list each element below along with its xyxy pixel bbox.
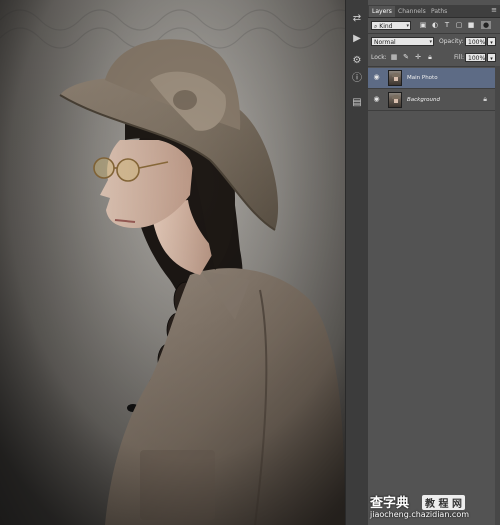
filter-row: ⌕ Kind ▾ ▣ ◐ T ▢ ■ ●: [368, 21, 500, 30]
watermark-sub-text: 教 程 网: [422, 495, 465, 510]
chevron-down-icon: ▾: [429, 39, 432, 45]
watermark-main-text: 查字典: [370, 496, 410, 511]
history-icon[interactable]: ⇄: [349, 12, 365, 26]
play-icon[interactable]: ▶: [349, 32, 365, 46]
chevron-down-icon: ▾: [490, 56, 493, 62]
panel-tab-bar: Layers Channels Paths ≡: [368, 5, 500, 18]
blend-row: Normal ▾ Opacity: 100% ▾: [368, 37, 500, 47]
filter-toggle-icon[interactable]: ●: [481, 21, 491, 29]
document-canvas[interactable]: [0, 0, 345, 525]
blend-mode-value: Normal: [374, 39, 396, 46]
lock-label: Lock:: [371, 54, 387, 61]
portrait-photo: [0, 0, 345, 525]
filter-kind-label: ⌕ Kind: [374, 23, 393, 30]
layer-name[interactable]: Main Photo: [407, 74, 438, 82]
layer-thumbnail: [388, 92, 402, 108]
fill-value: 100%: [468, 55, 486, 62]
panel-menu-icon[interactable]: ≡: [491, 5, 497, 16]
blend-mode-select[interactable]: Normal ▾: [371, 37, 434, 46]
layer-row-main-photo[interactable]: ◉ Main Photo: [368, 68, 495, 89]
layer-thumbnail: [388, 70, 402, 86]
lock-image-icon[interactable]: ✎: [402, 53, 410, 61]
fill-dropdown[interactable]: ▾: [487, 53, 496, 62]
watermark: 查字典 教 程 网 jiaocheng.chazidian.com: [370, 492, 500, 525]
filter-kind-select[interactable]: ⌕ Kind ▾: [371, 21, 411, 30]
visibility-eye-icon[interactable]: ◉: [372, 73, 381, 82]
layers-scrollbar[interactable]: [495, 66, 500, 525]
chevron-down-icon: ▾: [406, 23, 409, 29]
lock-position-icon[interactable]: ✛: [414, 53, 422, 61]
adjustments-icon[interactable]: ⚙: [349, 54, 365, 68]
opacity-input[interactable]: 100%: [465, 37, 486, 46]
divider: [368, 33, 500, 34]
opacity-label: Opacity:: [439, 38, 464, 45]
divider: [368, 66, 500, 67]
panel-icon-strip: ⇄ ▶ ⚙ ⓘ ▤: [345, 0, 369, 525]
filter-type-icon[interactable]: T: [443, 21, 451, 29]
chevron-down-icon: ▾: [490, 40, 493, 46]
filter-adjustment-icon[interactable]: ◐: [431, 21, 439, 29]
fill-input[interactable]: 100%: [465, 53, 486, 62]
layer-comps-icon[interactable]: ▤: [349, 96, 365, 110]
watermark-url: jiaocheng.chazidian.com: [370, 510, 470, 519]
layers-panel: Layers Channels Paths ≡ ⌕ Kind ▾ ▣ ◐ T ▢…: [368, 0, 500, 525]
lock-row: Lock: ▦ ✎ ✛ 🔒︎ Fill: 100% ▾: [368, 53, 500, 63]
lock-icon: 🔒︎: [483, 95, 487, 103]
opacity-dropdown[interactable]: ▾: [487, 37, 496, 46]
fill-label: Fill:: [454, 54, 465, 61]
filter-smart-object-icon[interactable]: ■: [467, 21, 475, 29]
tab-paths[interactable]: Paths: [428, 6, 450, 17]
info-icon[interactable]: ⓘ: [349, 72, 365, 86]
filter-pixel-icon[interactable]: ▣: [419, 21, 427, 29]
opacity-value: 100%: [468, 39, 486, 46]
layer-name[interactable]: Background: [407, 96, 440, 104]
visibility-eye-icon[interactable]: ◉: [372, 95, 381, 104]
lock-all-icon[interactable]: 🔒︎: [426, 53, 434, 61]
filter-shape-icon[interactable]: ▢: [455, 21, 463, 29]
tab-channels[interactable]: Channels: [395, 6, 429, 17]
layer-row-background[interactable]: ◉ Background 🔒︎: [368, 90, 495, 111]
lock-transparent-icon[interactable]: ▦: [390, 53, 398, 61]
tab-layers[interactable]: Layers: [369, 6, 395, 17]
